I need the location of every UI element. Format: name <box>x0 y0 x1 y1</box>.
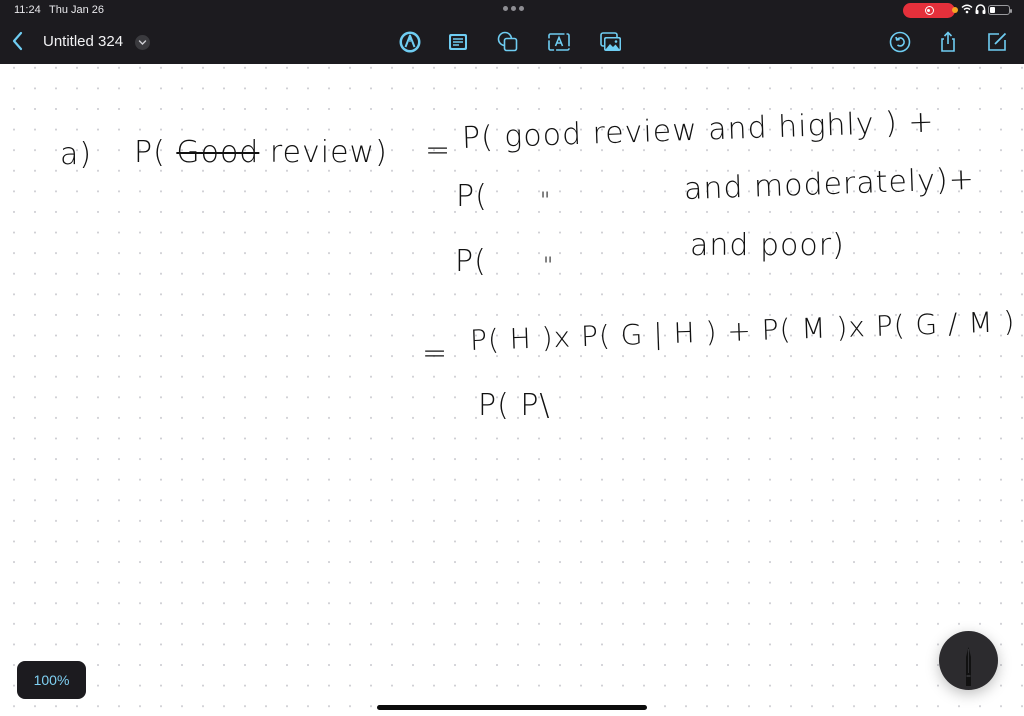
handwriting-line-poor: and poor) <box>690 228 845 263</box>
pencil-tool-button[interactable] <box>939 631 998 690</box>
chevron-down-icon <box>138 40 147 45</box>
handwriting-line3-ditto: " <box>543 254 555 279</box>
handwriting-line-highly: P( good review and highly ) + <box>461 104 936 156</box>
photo-icon <box>600 32 621 51</box>
text-box-button[interactable] <box>446 30 470 54</box>
share-button[interactable] <box>936 30 960 54</box>
handwriting-part-label: a) <box>60 137 93 172</box>
zoom-level-button[interactable]: 100% <box>17 661 86 699</box>
handwriting-line3-p: P( <box>455 244 487 279</box>
note-canvas[interactable]: a) P( Good review) = P( good review and … <box>0 64 1024 716</box>
pencil-icon <box>966 647 971 686</box>
screen-recording-indicator[interactable] <box>903 3 955 18</box>
pen-tool-button[interactable] <box>398 30 422 54</box>
status-bar: 11:24 Thu Jan 26 <box>0 0 1024 20</box>
text-a-icon <box>548 33 570 51</box>
chevron-left-icon <box>12 31 23 51</box>
toolbar: Untitled 324 <box>0 20 1024 64</box>
back-button[interactable] <box>8 28 28 54</box>
undo-icon <box>889 31 911 53</box>
handwriting-line2-ditto: " <box>540 189 552 214</box>
handwriting-lhs-suffix: review) <box>259 135 388 170</box>
status-time: 11:24 <box>14 4 41 16</box>
home-indicator[interactable] <box>377 705 647 710</box>
wifi-icon <box>961 3 973 19</box>
multitasking-dots-icon[interactable] <box>503 6 524 11</box>
handwriting-equals-2: = <box>422 336 449 371</box>
handwriting-line-moderately: and moderately)+ <box>683 161 976 207</box>
shapes-icon <box>497 31 518 52</box>
handwriting-line-formula: P( H )x P( G | H ) + P( M )x P( G / M ) … <box>469 303 1024 357</box>
handwriting-equals-1: = <box>425 133 452 168</box>
headphones-icon <box>975 3 986 19</box>
text-lines-icon <box>449 34 467 50</box>
media-button[interactable] <box>599 30 623 54</box>
document-title[interactable]: Untitled 324 <box>43 33 123 50</box>
status-date: Thu Jan 26 <box>49 4 105 16</box>
battery-icon <box>988 5 1012 15</box>
text-label-button[interactable] <box>547 30 571 54</box>
undo-history-button[interactable] <box>888 30 912 54</box>
mic-in-use-dot <box>952 7 958 13</box>
pen-nib-icon <box>399 31 421 53</box>
handwriting-line2-p: P( <box>456 179 488 214</box>
new-note-button[interactable] <box>985 30 1009 54</box>
share-icon <box>941 31 955 52</box>
handwriting-line-partial: P( P\ <box>478 388 551 423</box>
shapes-button[interactable] <box>496 30 520 54</box>
handwriting-lhs: P( Good review) <box>134 135 388 170</box>
handwriting-struck-word: Good <box>176 135 260 170</box>
handwriting-lhs-prefix: P( <box>134 135 166 170</box>
compose-icon <box>988 32 1007 51</box>
title-menu-button[interactable] <box>135 35 150 50</box>
record-icon <box>924 6 934 15</box>
